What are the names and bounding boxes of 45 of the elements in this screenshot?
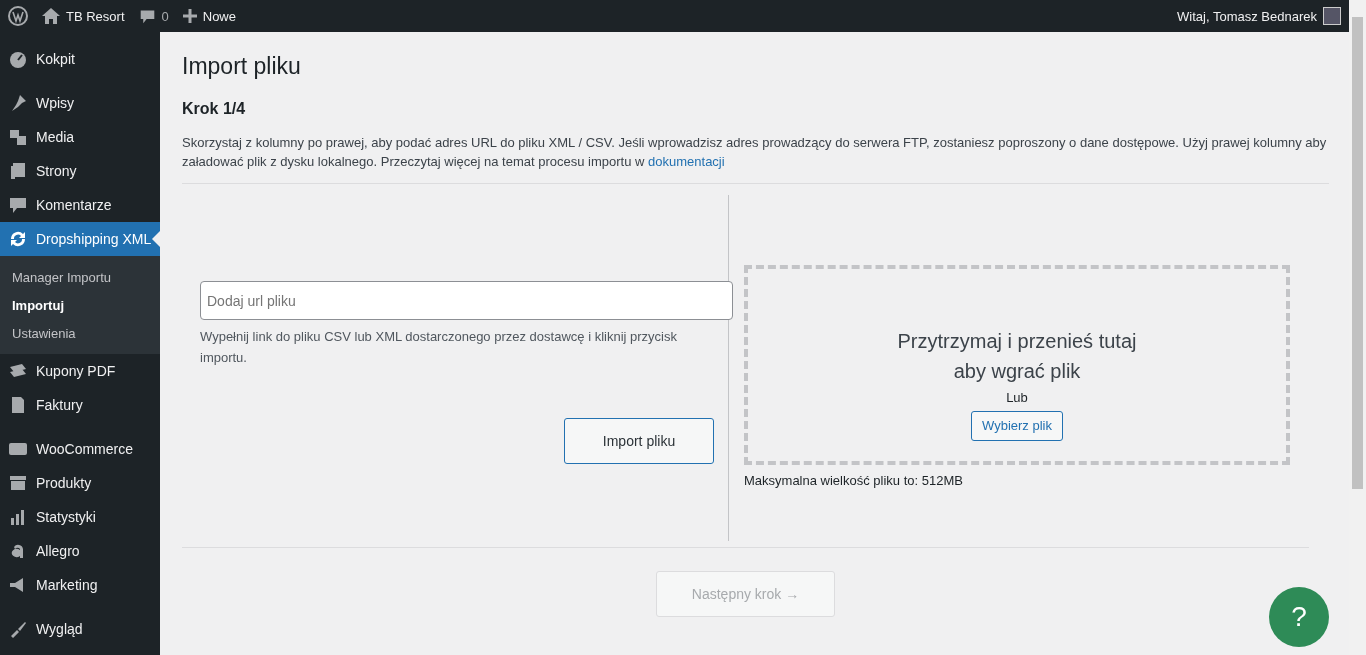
drop-instructions: Przytrzymaj i przenieś tutaj aby wgrać plik bbox=[897, 328, 1137, 384]
sidebar-item[interactable]: Statystyki bbox=[0, 500, 160, 534]
or-label: Lub bbox=[1006, 389, 1028, 405]
site-name-link[interactable]: TB Resort bbox=[66, 8, 125, 24]
import-button[interactable]: Import pliku bbox=[564, 418, 714, 464]
page-title: Import pliku bbox=[182, 53, 302, 80]
sidebar-item[interactable]: WooCommerce bbox=[0, 432, 160, 466]
sidebar-item[interactable]: Strony bbox=[0, 154, 160, 188]
scrollbar[interactable] bbox=[1349, 0, 1366, 655]
wordpress-logo-icon[interactable] bbox=[8, 6, 28, 26]
menu-icon bbox=[8, 127, 28, 147]
documentation-link[interactable]: dokumentacji bbox=[648, 154, 725, 169]
intro-text: Skorzystaj z kolumny po prawej, aby podać adres URL do pliku XML / CSV. Jeśli wprowadzisz adres prowadzący do serwera FTP, zostaniesz poproszony o dane dostępowe. Użyj prawej kolumny aby załadować plik z dysku lokalnego. Przeczytaj więcej na temat procesu importu w dokumentacji bbox=[182, 134, 1328, 171]
menu-icon bbox=[8, 195, 28, 215]
menu-icon bbox=[8, 49, 28, 69]
plus-icon bbox=[182, 9, 197, 23]
max-size-note: Maksymalna wielkość pliku to: 512MB bbox=[744, 473, 964, 488]
sidebar-item[interactable]: Produkty bbox=[0, 466, 160, 500]
sidebar-item[interactable]: Kupony PDF bbox=[0, 354, 160, 388]
url-input-field[interactable]: Dodaj url pliku bbox=[200, 281, 733, 320]
menu-icon bbox=[8, 161, 28, 181]
sidebar-item[interactable]: Kokpit bbox=[0, 42, 160, 76]
step-heading: Krok 1/4 bbox=[182, 100, 247, 118]
menu-icon bbox=[8, 229, 28, 249]
drop-zone[interactable]: Przytrzymaj i przenieś tutaj aby wgrać plik Lub Wybierz plik bbox=[744, 265, 1290, 465]
choose-file-button[interactable]: Wybierz plik bbox=[971, 410, 1063, 441]
submenu-item[interactable]: Ustawienia bbox=[0, 319, 160, 347]
home-icon bbox=[42, 8, 60, 24]
url-hint: Wypełnij link do pliku CSV lub XML dostarczonego przez dostawcę i kliknij przycisk importu. bbox=[200, 328, 678, 367]
help-button[interactable]: ? bbox=[1269, 587, 1329, 647]
sidebar-item[interactable]: Allegro bbox=[0, 534, 160, 568]
new-link[interactable]: Nowe bbox=[202, 8, 236, 24]
menu-icon bbox=[8, 473, 28, 493]
sidebar-item[interactable]: Wygląd bbox=[0, 612, 160, 646]
submenu-item[interactable]: Manager Importu bbox=[0, 263, 160, 291]
greeting-link[interactable]: Witaj, Tomasz Bednarek bbox=[1177, 8, 1317, 24]
comments-count[interactable]: 0 bbox=[161, 8, 169, 24]
avatar-placeholder[interactable] bbox=[1323, 7, 1341, 25]
sidebar-item[interactable]: Komentarze bbox=[0, 188, 160, 222]
submenu-item[interactable]: Importuj bbox=[0, 291, 160, 319]
sidebar-item[interactable]: Media bbox=[0, 120, 160, 154]
sidebar-item[interactable]: Faktury bbox=[0, 388, 160, 422]
sidebar-item[interactable]: Dropshipping XML bbox=[0, 222, 160, 256]
sidebar-item[interactable]: Marketing bbox=[0, 568, 160, 602]
sidebar-item[interactable]: Wpisy bbox=[0, 86, 160, 120]
